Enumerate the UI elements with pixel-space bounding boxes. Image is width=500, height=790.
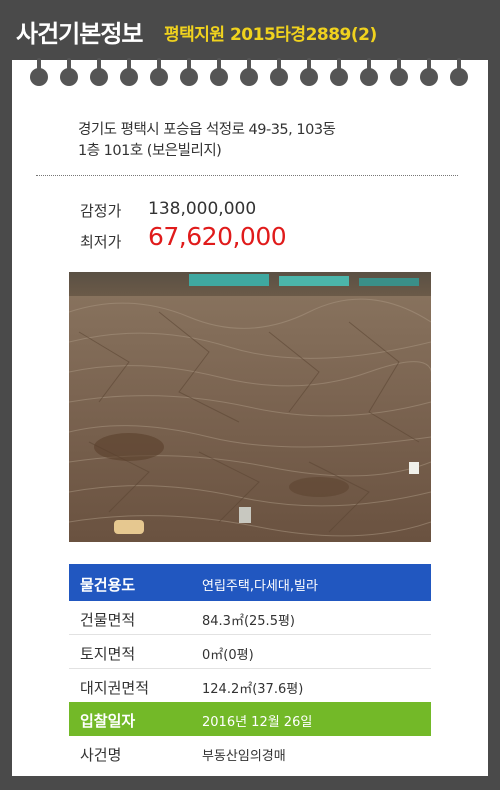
binder-ring-icon xyxy=(330,58,348,86)
row-label: 사건명 xyxy=(80,746,122,764)
row-label: 물건용도 xyxy=(80,576,136,594)
binder-ring-icon xyxy=(180,58,198,86)
row-value: 2016년 12월 26일 xyxy=(202,715,313,730)
property-photo[interactable] xyxy=(69,272,431,542)
table-row: 입찰일자 2016년 12월 26일 xyxy=(69,702,431,736)
row-label: 건물면적 xyxy=(80,611,136,629)
table-row: 대지권면적 124.2㎡(37.6평) xyxy=(69,669,431,702)
divider xyxy=(36,175,458,176)
binder-ring-icon xyxy=(90,58,108,86)
row-value: 부동산임의경매 xyxy=(202,749,286,764)
binder-ring-icon xyxy=(240,58,258,86)
binder-ring-icon xyxy=(390,58,408,86)
appraisal-value: 138,000,000 xyxy=(148,199,257,219)
row-value: 0㎡(0평) xyxy=(202,648,254,663)
minimum-price-label: 최저가 xyxy=(80,233,122,251)
table-row: 건물면적 84.3㎡(25.5평) xyxy=(69,601,431,635)
binder-ring-icon xyxy=(30,58,48,86)
row-label: 토지면적 xyxy=(80,645,136,663)
binder-ring-icon xyxy=(420,58,438,86)
table-row: 물건용도 연립주택,다세대,빌라 xyxy=(69,564,431,601)
binder-ring-icon xyxy=(270,58,288,86)
info-card: 경기도 평택시 포승읍 석정로 49-35, 103동 1층 101호 (보은빌… xyxy=(12,58,488,776)
address-line: 경기도 평택시 포승읍 석정로 49-35, 103동 xyxy=(78,122,336,138)
row-value: 124.2㎡(37.6평) xyxy=(202,682,304,697)
binder-rings xyxy=(12,58,488,90)
binder-ring-icon xyxy=(300,58,318,86)
binder-ring-icon xyxy=(150,58,168,86)
info-table: 물건용도 연립주택,다세대,빌라 건물면적 84.3㎡(25.5평) 토지면적 … xyxy=(69,564,431,769)
row-value: 84.3㎡(25.5평) xyxy=(202,614,295,629)
binder-ring-icon xyxy=(60,58,78,86)
table-row: 사건명 부동산임의경매 xyxy=(69,736,431,769)
binder-ring-icon xyxy=(120,58,138,86)
binder-ring-icon xyxy=(450,58,468,86)
header: 사건기본정보 평택지원 2015타경2889(2) xyxy=(0,0,500,62)
minimum-price-value: 67,620,000 xyxy=(148,222,287,251)
row-label: 대지권면적 xyxy=(80,679,150,697)
appraisal-label: 감정가 xyxy=(80,202,122,220)
binder-ring-icon xyxy=(360,58,378,86)
address-line: 1층 101호 (보은빌리지) xyxy=(78,143,222,159)
row-value: 연립주택,다세대,빌라 xyxy=(202,579,318,594)
table-row: 토지면적 0㎡(0평) xyxy=(69,635,431,669)
row-label: 입찰일자 xyxy=(80,712,136,730)
case-number: 평택지원 2015타경2889(2) xyxy=(164,25,377,45)
binder-ring-icon xyxy=(210,58,228,86)
page-title: 사건기본정보 xyxy=(16,20,143,48)
property-address: 경기도 평택시 포승읍 석정로 49-35, 103동 1층 101호 (보은빌… xyxy=(78,120,458,162)
